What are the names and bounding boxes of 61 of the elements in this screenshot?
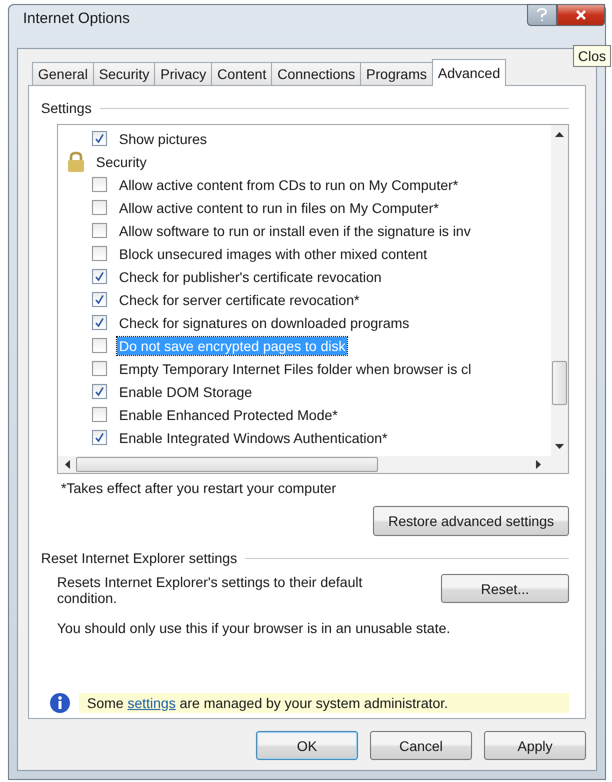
setting-label[interactable]: Check for signatures on downloaded programs	[117, 314, 412, 332]
lock-icon	[66, 150, 86, 172]
scroll-down-icon	[555, 444, 564, 450]
dialog-button[interactable]: Cancel	[370, 731, 472, 760]
close-icon	[575, 9, 587, 21]
checkbox[interactable]	[92, 200, 107, 215]
help-button[interactable]	[527, 4, 557, 26]
warning-text: You should only use this if your browser is in an unusable state.	[57, 620, 452, 636]
footnote: *Takes effect after you restart your computer	[61, 480, 338, 496]
tab[interactable]: Content	[211, 62, 272, 85]
group-label: Security	[95, 152, 148, 170]
setting-label[interactable]: Show pictures	[117, 130, 209, 148]
checkbox[interactable]	[92, 269, 107, 284]
setting-label[interactable]: Allow active content from CDs to run on My Computer*	[117, 176, 460, 194]
setting-label[interactable]: Check for publisher's certificate revocation	[117, 268, 384, 286]
info-icon	[49, 692, 71, 714]
reset-button[interactable]: Reset...	[441, 574, 569, 603]
info-message: Some settings are managed by your system administrator.	[79, 693, 569, 713]
reset-description: Resets Internet Explorer's settings to their default condition.	[57, 574, 364, 606]
setting-label[interactable]: Enable DOM Storage	[117, 382, 254, 400]
tooltip: Clos	[572, 45, 611, 67]
checkbox[interactable]	[92, 315, 107, 330]
scroll-right-icon	[536, 460, 542, 469]
scroll-thumb[interactable]	[76, 457, 378, 472]
checkbox[interactable]	[92, 384, 107, 399]
dialog-button[interactable]: Apply	[484, 731, 586, 760]
tab[interactable]: Advanced	[432, 59, 506, 86]
restore-button[interactable]: Restore advanced settings	[373, 506, 569, 536]
section-heading: Reset Internet Explorer settings	[41, 550, 238, 566]
checkbox[interactable]	[92, 246, 107, 261]
checkbox[interactable]	[92, 407, 107, 422]
setting-label[interactable]: Empty Temporary Internet Files folder when browser is cl	[117, 360, 474, 378]
setting-label[interactable]: Enable Enhanced Protected Mode*	[117, 406, 340, 424]
tab[interactable]: General	[32, 62, 94, 85]
section-heading: Settings	[41, 100, 92, 116]
tab[interactable]: Security	[92, 62, 156, 85]
tab[interactable]: Programs	[360, 62, 433, 85]
scroll-up-icon	[555, 131, 564, 137]
checkbox[interactable]	[92, 361, 107, 376]
window-title: Internet Options	[23, 10, 130, 27]
setting-label[interactable]: Allow active content to run in files on My Computer*	[117, 198, 441, 216]
checkbox[interactable]	[92, 430, 107, 445]
dialog-button[interactable]: OK	[256, 731, 358, 760]
checkbox[interactable]	[92, 177, 107, 192]
scroll-left-icon	[64, 460, 70, 469]
checkbox[interactable]	[92, 292, 107, 307]
setting-label[interactable]: Check for server certificate revocation*	[117, 290, 362, 308]
tab[interactable]: Privacy	[154, 62, 212, 85]
close-button[interactable]	[557, 4, 605, 26]
checkbox[interactable]	[92, 131, 107, 146]
checkbox[interactable]	[92, 223, 107, 238]
setting-label[interactable]: Enable Integrated Windows Authentication*	[117, 428, 390, 446]
settings-link[interactable]: settings	[127, 695, 176, 711]
setting-label[interactable]: Block unsecured images with other mixed content	[117, 244, 430, 262]
question-mark-icon	[536, 8, 548, 22]
tab[interactable]: Connections	[271, 62, 362, 85]
setting-label[interactable]: Allow software to run or install even if the signature is inv	[117, 222, 473, 240]
vertical-scrollbar[interactable]	[551, 125, 568, 456]
horizontal-scrollbar[interactable]	[58, 456, 568, 473]
checkbox[interactable]	[92, 338, 107, 353]
scroll-thumb[interactable]	[552, 361, 567, 405]
